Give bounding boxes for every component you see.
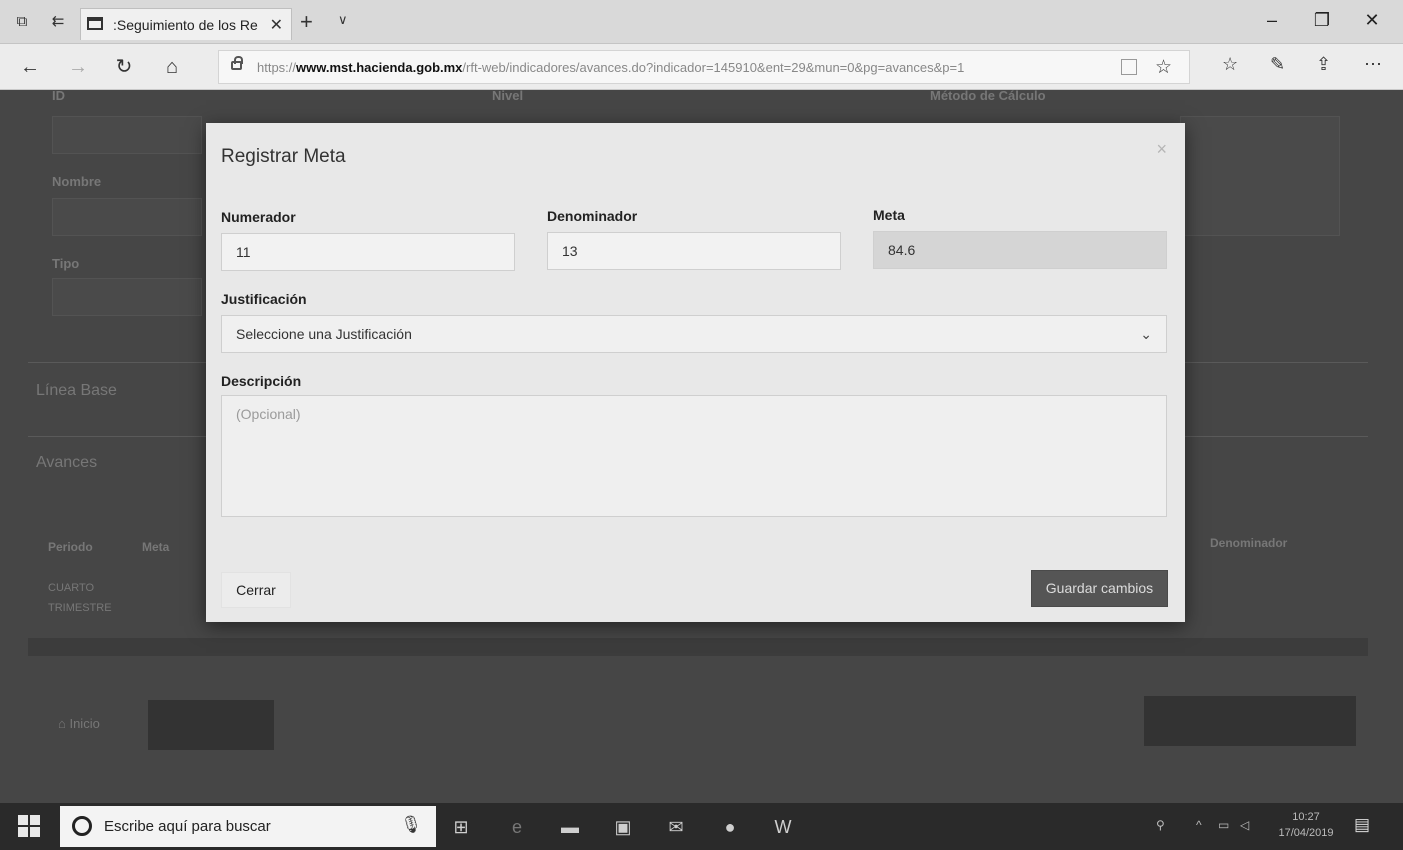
tab-close-icon[interactable]: ✕ (270, 15, 283, 35)
volume-icon[interactable]: ◁ (1240, 818, 1249, 832)
denominador-input[interactable]: 13 (547, 232, 841, 270)
microphone-icon[interactable]: 🎙 (400, 815, 422, 835)
modal-close-icon[interactable]: × (1156, 139, 1167, 160)
edge-browser-icon[interactable]: e (505, 815, 529, 839)
cerrar-button[interactable]: Cerrar (221, 572, 291, 608)
address-bar[interactable]: https://www.mst.hacienda.gob.mx/rft-web/… (218, 50, 1190, 84)
tab-title: :Seguimiento de los Re (113, 17, 258, 33)
action-center-icon[interactable]: ▤ (1354, 815, 1370, 835)
meta-readonly-field: 84.6 (873, 231, 1167, 269)
bg-table-footer (28, 638, 1368, 656)
bg-home-icon: ⌂ (58, 716, 70, 731)
justificacion-selected: Seleccione una Justificación (236, 326, 412, 342)
window-close-button[interactable]: ✕ (1358, 6, 1386, 34)
lock-icon (231, 56, 243, 70)
justificacion-select[interactable]: Seleccione una Justificación ⌄ (221, 315, 1167, 353)
network-icon[interactable]: ▭ (1218, 818, 1229, 832)
minimize-button[interactable]: – (1258, 6, 1286, 34)
refresh-icon[interactable]: ↻ (112, 55, 136, 79)
bg-nombre-field (52, 198, 202, 236)
bg-tipo-field (52, 278, 202, 316)
favorites-hub-icon[interactable]: ☆ (1222, 54, 1238, 75)
back-arrow-icon[interactable]: ← (18, 55, 42, 79)
bg-nombre-label: Nombre (52, 174, 102, 189)
share-icon[interactable]: ⇪ (1316, 54, 1331, 75)
task-view-icon[interactable]: ⊞ (449, 815, 473, 839)
maximize-button[interactable]: ❐ (1308, 6, 1336, 34)
bg-nivel-label: Nivel (492, 90, 524, 103)
taskbar-search-box[interactable]: Escribe aquí para buscar 🎙 (60, 806, 436, 847)
bg-right-button (1144, 696, 1356, 746)
more-menu-icon[interactable]: ⋯ (1364, 54, 1382, 75)
clock-date: 17/04/2019 (1278, 827, 1334, 839)
tab-list-dropdown[interactable]: ∨ (338, 12, 348, 28)
bg-cuarto-cell: CUARTO (48, 582, 95, 594)
cortana-icon (72, 816, 92, 836)
bg-linea-base-heading: Línea Base (36, 382, 117, 399)
store-icon[interactable]: ▣ (611, 815, 635, 839)
new-tab-button[interactable]: + (300, 9, 313, 35)
browser-tab-bar: ⧉ ⇇ :Seguimiento de los Re ✕ + ∨ – ❐ ✕ (0, 0, 1403, 44)
bg-left-button (148, 700, 274, 750)
bg-trimestre-cell: TRIMESTRE (48, 602, 112, 614)
page-favicon-icon (87, 17, 103, 30)
chevron-down-icon: ⌄ (1140, 326, 1152, 342)
word-icon[interactable]: W (771, 815, 795, 839)
reading-view-icon[interactable] (1121, 59, 1137, 75)
bg-tipo-label: Tipo (52, 256, 80, 271)
file-explorer-icon[interactable]: ▬ (558, 815, 582, 839)
people-icon[interactable]: ⚲ (1156, 818, 1165, 832)
bg-avances-heading: Avances (36, 454, 98, 471)
browser-tab[interactable]: :Seguimiento de los Re ✕ (80, 8, 292, 40)
web-notes-pen-icon[interactable]: ✎ (1270, 54, 1285, 75)
bg-denominador-header: Denominador (1210, 536, 1288, 550)
numerador-label: Numerador (221, 209, 296, 225)
home-icon[interactable]: ⌂ (160, 55, 184, 79)
browser-nav-bar: ← → ↻ ⌂ https://www.mst.hacienda.gob.mx/… (0, 44, 1403, 90)
taskbar-search-placeholder: Escribe aquí para buscar (104, 818, 271, 835)
clock-time: 10:27 (1292, 811, 1320, 823)
guardar-cambios-button[interactable]: Guardar cambios (1031, 570, 1168, 607)
bg-metodo-label: Método de Cálculo (930, 90, 1046, 103)
windows-taskbar: Escribe aquí para buscar 🎙 ⊞ e ▬ ▣ ✉ ● W… (0, 803, 1403, 850)
tray-overflow-icon[interactable]: ^ (1196, 818, 1202, 832)
bg-id-label: ID (52, 90, 65, 103)
forward-arrow-icon[interactable]: → (66, 55, 90, 79)
meta-label: Meta (873, 207, 905, 223)
tabs-aside-icon[interactable]: ⇇ (48, 12, 68, 32)
mail-icon[interactable]: ✉ (664, 815, 688, 839)
url-text: https://www.mst.hacienda.gob.mx/rft-web/… (257, 60, 965, 75)
bg-periodo-header: Periodo (48, 540, 93, 554)
favorite-star-icon[interactable]: ☆ (1155, 56, 1172, 79)
tab-actions-icon[interactable]: ⧉ (12, 12, 32, 32)
numerador-input[interactable]: 11 (221, 233, 515, 271)
bg-inicio-link: ⌂ Inicio (58, 716, 100, 731)
justificacion-label: Justificación (221, 291, 307, 307)
bg-meta-header: Meta (142, 540, 170, 554)
modal-title: Registrar Meta (221, 146, 346, 167)
descripcion-textarea[interactable]: (Opcional) (221, 395, 1167, 517)
denominador-label: Denominador (547, 208, 638, 224)
bg-metodo-box (1180, 116, 1340, 236)
taskbar-clock[interactable]: 10:27 17/04/2019 (1270, 809, 1342, 841)
firefox-icon[interactable]: ● (718, 815, 742, 839)
windows-start-icon[interactable] (18, 815, 40, 837)
descripcion-label: Descripción (221, 373, 302, 389)
registrar-meta-modal: Registrar Meta × Numerador 11 Denominado… (206, 123, 1185, 622)
bg-id-field (52, 116, 202, 154)
